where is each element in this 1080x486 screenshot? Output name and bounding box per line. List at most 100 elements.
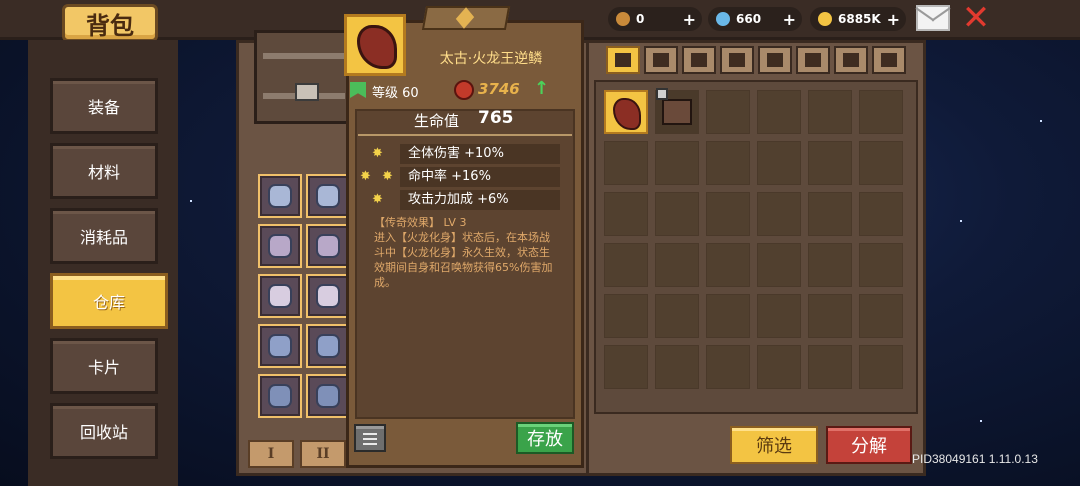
store-button[interactable]: 存放 (516, 422, 574, 454)
bag-slot[interactable] (808, 345, 852, 389)
mail-icon[interactable] (916, 5, 950, 31)
bag-slot[interactable] (757, 192, 801, 236)
warehouse-item-slot[interactable] (306, 324, 350, 368)
warehouse-item-slot[interactable] (306, 374, 350, 418)
warehouse-item-slot[interactable] (258, 324, 302, 368)
star-icon: ✸ (372, 192, 383, 207)
power-up-arrow-icon: ↑ (534, 78, 550, 99)
warehouse-item-slot[interactable] (258, 374, 302, 418)
bag-slot[interactable] (859, 243, 903, 287)
sidebar-item-equipment[interactable]: 装备 (50, 78, 158, 134)
bag-slot-dragon-scale[interactable] (604, 90, 648, 134)
legendary-effect-title: 【传奇效果】 LV 3 (374, 216, 467, 229)
item-power: 3746 (478, 80, 520, 98)
tab-necklace-icon[interactable] (796, 46, 830, 74)
sidebar-item-warehouse[interactable]: 仓库 (50, 273, 168, 329)
dragon-scale-icon (613, 98, 641, 130)
close-icon[interactable]: ✕ (960, 1, 992, 35)
tooltip-emblem (421, 6, 511, 30)
tab-weapon-icon[interactable] (644, 46, 678, 74)
warehouse-item-slot[interactable] (306, 224, 350, 268)
warehouse-item-slot[interactable] (258, 274, 302, 318)
bag-slot[interactable] (604, 243, 648, 287)
add-gold-button[interactable]: + (887, 10, 900, 29)
sidebar-item-consumables[interactable]: 消耗品 (50, 208, 158, 264)
tab-all-grid-icon[interactable] (606, 46, 640, 74)
legendary-effect-description: 进入【火龙化身】状态后，在本场战斗中【火龙化身】永久生效，状态生效期间自身和召唤… (374, 231, 553, 289)
diamond-currency-counter[interactable]: 660 + (708, 7, 802, 31)
star-icon: ✸ (382, 169, 393, 184)
bag-slot[interactable] (859, 90, 903, 134)
add-rocket-button[interactable]: + (683, 10, 696, 29)
bag-slot[interactable] (655, 192, 699, 236)
bag-slot[interactable] (808, 192, 852, 236)
warehouse-item-slot[interactable] (258, 174, 302, 218)
sidebar-item-recycle-bin[interactable]: 回收站 (50, 403, 158, 459)
warehouse-page-tab-1[interactable]: I (248, 440, 294, 468)
star-icon: ✸ (372, 146, 383, 161)
diamond-icon (716, 12, 730, 26)
bag-slot[interactable] (706, 192, 750, 236)
bag-slot[interactable] (859, 141, 903, 185)
rocket-currency-counter[interactable]: 0 + (608, 7, 702, 31)
bag-slot[interactable] (808, 90, 852, 134)
lock-icon (656, 88, 668, 100)
bag-slot[interactable] (655, 243, 699, 287)
bag-slot[interactable] (604, 294, 648, 338)
item-level: 等级 60 (372, 86, 419, 101)
bag-slot[interactable] (859, 294, 903, 338)
bag-slot[interactable] (706, 243, 750, 287)
tab-armor-icon[interactable] (682, 46, 716, 74)
sidebar-item-cards[interactable]: 卡片 (50, 338, 158, 394)
bag-slot[interactable] (757, 90, 801, 134)
star-icon: ✸ (360, 169, 371, 184)
bag-slot[interactable] (808, 243, 852, 287)
bag-slot[interactable] (757, 243, 801, 287)
page-title: 背包 (62, 4, 158, 42)
warehouse-item-slot[interactable] (306, 174, 350, 218)
treasure-chest-icon (254, 30, 354, 124)
sidebar-item-materials[interactable]: 材料 (50, 143, 158, 199)
hp-value: 765 (478, 108, 514, 128)
power-icon (454, 80, 474, 100)
bag-slot[interactable] (655, 294, 699, 338)
tab-helmet-icon[interactable] (720, 46, 754, 74)
bag-slot[interactable] (706, 294, 750, 338)
relic-icon (662, 99, 692, 125)
dismantle-button[interactable]: 分解 (826, 426, 912, 464)
hp-label: 生命值 (414, 112, 460, 130)
rocket-currency-value: 0 (636, 12, 645, 26)
bag-slot[interactable] (604, 345, 648, 389)
list-icon[interactable] (354, 424, 386, 452)
diamond-currency-value: 660 (736, 12, 762, 26)
tab-misc-icon[interactable] (872, 46, 906, 74)
item-name: 太古·火龙王逆鳞 (439, 51, 543, 67)
bag-slot[interactable] (604, 192, 648, 236)
bag-slot[interactable] (808, 141, 852, 185)
rocket-icon (616, 12, 630, 26)
filter-button[interactable]: 筛选 (730, 426, 818, 464)
warehouse-item-slot[interactable] (258, 224, 302, 268)
add-diamond-button[interactable]: + (783, 10, 796, 29)
bag-slot[interactable] (757, 345, 801, 389)
bag-slot[interactable] (808, 294, 852, 338)
bag-slot[interactable] (859, 345, 903, 389)
bag-slot[interactable] (706, 141, 750, 185)
bag-slot[interactable] (706, 345, 750, 389)
bag-slot[interactable] (655, 345, 699, 389)
bag-slot[interactable] (604, 141, 648, 185)
build-id: PID38049161 1.11.0.13 (912, 452, 1038, 466)
bag-slot[interactable] (757, 141, 801, 185)
tab-ring-icon[interactable] (834, 46, 868, 74)
warehouse-item-slot[interactable] (306, 274, 350, 318)
tab-boots-icon[interactable] (758, 46, 792, 74)
warehouse-page-tab-2[interactable]: II (300, 440, 346, 468)
dragon-scale-icon (344, 14, 406, 76)
gold-currency-value: 6885K (838, 12, 881, 26)
bag-slot[interactable] (655, 141, 699, 185)
bag-slot[interactable] (859, 192, 903, 236)
bag-slot[interactable] (706, 90, 750, 134)
tooltip-divider (358, 134, 572, 136)
bag-slot[interactable] (757, 294, 801, 338)
gold-currency-counter[interactable]: 6885K + (810, 7, 906, 31)
